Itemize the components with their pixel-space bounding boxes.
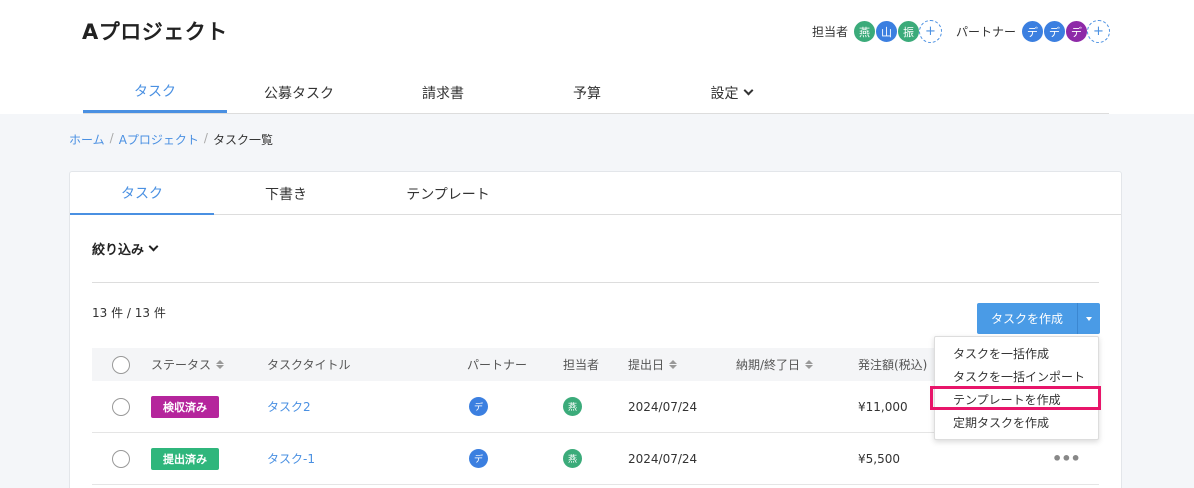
- header-submit-date-label: 提出日: [628, 358, 665, 372]
- assignees-group: 担当者 燕 山 振 +: [812, 20, 942, 43]
- radio-icon: [112, 449, 130, 468]
- tab-settings[interactable]: 設定: [659, 72, 803, 113]
- breadcrumb-separator: /: [109, 131, 114, 145]
- avatar[interactable]: 燕: [852, 20, 876, 43]
- header-status-label: ステータス: [151, 358, 212, 372]
- add-partner-button[interactable]: +: [1087, 20, 1110, 43]
- row-select-radio[interactable]: [112, 397, 130, 416]
- status-badge: 検収済み: [151, 395, 219, 418]
- subtab-task[interactable]: タスク: [70, 172, 214, 215]
- header-due-date[interactable]: 納期/終了日: [736, 356, 814, 373]
- assignee-avatar: 燕: [563, 449, 582, 468]
- main-tabs: タスク 公募タスク 請求書 予算 設定: [83, 72, 1109, 114]
- member-bar: 担当者 燕 山 振 + パートナー デ デ デ +: [798, 20, 1110, 43]
- chevron-down-icon: [148, 241, 159, 252]
- add-assignee-button[interactable]: +: [918, 20, 942, 43]
- amount: ¥5,500: [858, 451, 900, 466]
- create-task-button-group: タスクを作成: [977, 303, 1100, 334]
- caret-down-icon: [1086, 316, 1092, 321]
- partners-label: パートナー: [955, 25, 1016, 39]
- breadcrumb-current: タスク一覧: [212, 133, 273, 147]
- avatar[interactable]: 山: [874, 20, 898, 43]
- tab-budget[interactable]: 予算: [515, 72, 659, 113]
- sub-tabs: タスク 下書き テンプレート: [70, 172, 1121, 215]
- sort-icon: [805, 360, 814, 369]
- result-count: 13 件 / 13 件: [92, 306, 166, 320]
- avatar[interactable]: デ: [1021, 20, 1044, 43]
- avatar[interactable]: 振: [896, 20, 920, 43]
- radio-icon: [112, 355, 130, 374]
- avatar[interactable]: デ: [1065, 20, 1088, 43]
- submit-date: 2024/07/24: [628, 399, 698, 414]
- header-submit-date[interactable]: 提出日: [628, 356, 678, 373]
- filter-label: 絞り込み: [92, 243, 145, 258]
- partner-avatar: デ: [469, 449, 488, 468]
- task-title-link[interactable]: タスク2: [267, 398, 311, 415]
- menu-item-bulk-create[interactable]: タスクを一括作成: [935, 342, 1098, 365]
- header: Aプロジェクト 担当者 燕 山 振 + パートナー デ デ デ + タスク 公募…: [0, 0, 1194, 114]
- breadcrumb-project[interactable]: Aプロジェクト: [119, 131, 199, 148]
- header-assignee: 担当者: [563, 358, 600, 372]
- highlight-annotation: [930, 386, 1101, 410]
- partner-avatar: デ: [469, 397, 488, 416]
- assignee-avatar: 燕: [563, 397, 582, 416]
- submit-date: 2024/07/24: [628, 451, 698, 466]
- partners-group: パートナー デ デ デ +: [956, 20, 1110, 43]
- row-select-radio[interactable]: [112, 449, 130, 468]
- create-task-dropdown-toggle[interactable]: [1078, 303, 1100, 334]
- header-amount: 発注額(税込): [858, 358, 928, 372]
- menu-item-bulk-import[interactable]: タスクを一括インポート: [935, 365, 1098, 388]
- table-row: 提出済み タスク-1 デ 燕 2024/07/24 ¥5,500 •••: [92, 433, 1099, 485]
- tab-settings-label: 設定: [710, 85, 739, 102]
- header-due-date-label: 納期/終了日: [736, 358, 801, 372]
- tab-task[interactable]: タスク: [83, 72, 227, 113]
- create-task-button[interactable]: タスクを作成: [977, 303, 1078, 334]
- radio-icon: [112, 397, 130, 416]
- tab-invoice[interactable]: 請求書: [371, 72, 515, 113]
- header-partner: パートナー: [467, 358, 528, 372]
- subtab-template[interactable]: テンプレート: [358, 172, 538, 215]
- avatar[interactable]: デ: [1043, 20, 1066, 43]
- breadcrumb-home[interactable]: ホーム: [69, 131, 105, 148]
- amount: ¥11,000: [858, 399, 908, 414]
- tab-public-task[interactable]: 公募タスク: [227, 72, 371, 113]
- status-badge: 提出済み: [151, 447, 219, 470]
- divider: [92, 282, 1099, 283]
- header-title: タスクタイトル: [267, 358, 351, 372]
- sort-icon: [216, 360, 225, 369]
- assignees-label: 担当者: [811, 25, 848, 39]
- chevron-down-icon: [743, 85, 753, 96]
- sort-icon: [669, 360, 678, 369]
- breadcrumb: ホーム / Aプロジェクト / タスク一覧: [69, 131, 273, 148]
- task-list-card: タスク 下書き テンプレート 絞り込み 13 件 / 13 件 タスクを作成 ス…: [69, 171, 1122, 488]
- subtab-draft[interactable]: 下書き: [214, 172, 358, 215]
- breadcrumb-separator: /: [203, 131, 208, 145]
- header-status[interactable]: ステータス: [151, 356, 225, 373]
- project-title: Aプロジェクト: [82, 20, 228, 44]
- select-all-radio[interactable]: [112, 355, 130, 374]
- filter-toggle[interactable]: 絞り込み: [92, 239, 159, 258]
- task-title-link[interactable]: タスク-1: [267, 450, 315, 467]
- menu-item-create-recurring[interactable]: 定期タスクを作成: [935, 411, 1098, 434]
- more-actions-icon[interactable]: •••: [1052, 449, 1081, 468]
